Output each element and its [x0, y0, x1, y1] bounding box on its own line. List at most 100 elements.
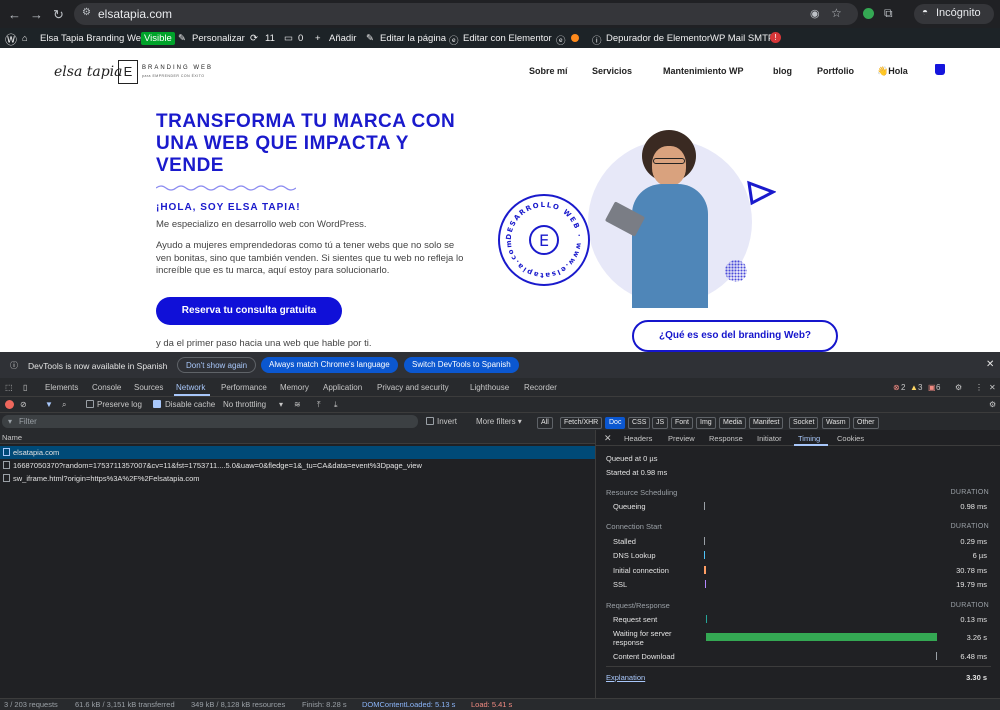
tab-performance[interactable]: Performance [221, 383, 267, 392]
clear-icon[interactable]: ⊘ [20, 400, 27, 409]
nav-blog[interactable]: blog [773, 66, 792, 76]
filter-fetch-xhr[interactable]: Fetch/XHR [560, 417, 603, 429]
filter-doc[interactable]: Doc [605, 417, 626, 429]
status-dot-icon[interactable] [571, 34, 579, 42]
tab-privacy[interactable]: Privacy and security [377, 383, 449, 392]
request-row[interactable]: 16687050370?random=1753711357007&cv=11&f… [0, 459, 595, 472]
nav-hola[interactable]: 👋Hola [877, 66, 908, 77]
match-language-button[interactable]: Always match Chrome's language [261, 357, 398, 373]
site-name-link[interactable]: Elsa Tapia Branding Web [40, 33, 146, 44]
error-count[interactable]: 2 [901, 383, 905, 392]
device-toolbar-icon[interactable]: ▯ [23, 383, 27, 392]
tab-application[interactable]: Application [323, 383, 362, 392]
filter-manifest[interactable]: Manifest [749, 417, 784, 429]
tab-recorder[interactable]: Recorder [524, 383, 557, 392]
tab-preview[interactable]: Preview [668, 434, 695, 443]
eye-off-icon[interactable]: ◉ [810, 7, 820, 20]
nav-portfolio[interactable]: Portfolio [817, 66, 854, 76]
smtp-link[interactable]: WP Mail SMTP [710, 33, 774, 44]
tab-memory[interactable]: Memory [280, 383, 309, 392]
disable-cache-checkbox[interactable] [153, 400, 161, 408]
request-row[interactable]: sw_iframe.html?origin=https%3A%2F%2Felsa… [0, 472, 595, 485]
name-column-header[interactable]: Name [0, 430, 595, 444]
close-details-icon[interactable]: ✕ [604, 433, 612, 444]
filter-all[interactable]: All [537, 417, 553, 429]
forward-icon[interactable]: → [30, 7, 43, 22]
settings-gear-icon[interactable]: ⚙ [955, 383, 962, 392]
customize-link[interactable]: Personalizar [192, 33, 245, 44]
warning-icon[interactable]: ▲ [910, 383, 918, 392]
smtp-alert-badge[interactable]: ! [770, 32, 781, 43]
filter-socket[interactable]: Socket [789, 417, 819, 429]
download-icon[interactable]: ⤓ [334, 400, 338, 410]
tab-timing[interactable]: Timing [798, 434, 820, 443]
comments-icon[interactable]: ▭ [284, 33, 293, 44]
elementor-debugger-link[interactable]: Depurador de Elementor [606, 33, 710, 44]
error-icon[interactable]: ⊗ [893, 383, 900, 392]
filter-img[interactable]: Img [696, 417, 716, 429]
nav-sobre-mi[interactable]: Sobre mí [529, 66, 568, 76]
tab-headers[interactable]: Headers [624, 434, 652, 443]
tab-lighthouse[interactable]: Lighthouse [470, 383, 509, 392]
tab-sources[interactable]: Sources [134, 383, 163, 392]
branding-web-button[interactable]: ¿Qué es eso del branding Web? [632, 320, 838, 352]
tab-response[interactable]: Response [709, 434, 743, 443]
comments-count[interactable]: 0 [298, 33, 303, 44]
nav-servicios[interactable]: Servicios [592, 66, 632, 76]
filter-funnel-icon[interactable]: ▼ [45, 400, 53, 409]
close-banner-icon[interactable]: ✕ [986, 359, 994, 370]
more-filters-button[interactable]: More filters ▾ [476, 417, 522, 426]
filter-css[interactable]: CSS [628, 417, 651, 429]
add-new-link[interactable]: Añadir [329, 33, 356, 44]
preserve-log-checkbox[interactable] [86, 400, 94, 408]
book-consultation-button[interactable]: Reserva tu consulta gratuita [156, 297, 342, 325]
switch-spanish-button[interactable]: Switch DevTools to Spanish [404, 357, 519, 373]
filter-media[interactable]: Media [719, 417, 747, 429]
warning-count[interactable]: 3 [918, 383, 922, 392]
tab-cookies[interactable]: Cookies [837, 434, 864, 443]
extensions-puzzle-icon[interactable]: ⧉ [884, 6, 893, 21]
updates-icon[interactable]: ⟳ [250, 33, 258, 44]
throttling-select[interactable]: No throttling [223, 400, 266, 409]
close-devtools-icon[interactable]: ✕ [989, 383, 996, 392]
tab-elements[interactable]: Elements [45, 383, 78, 392]
site-info-icon[interactable]: ⚙ [82, 7, 91, 18]
filter-other[interactable]: Other [853, 417, 879, 429]
explanation-link[interactable]: Explanation [606, 673, 645, 682]
search-icon[interactable]: ⌕ [62, 400, 66, 410]
filter-wasm[interactable]: Wasm [822, 417, 850, 429]
issues-icon[interactable]: ▣ [928, 383, 936, 392]
cart-icon[interactable] [935, 64, 945, 75]
incognito-badge[interactable]: ◓ Incógnito [914, 4, 994, 24]
bookmark-star-icon[interactable]: ☆ [831, 6, 842, 20]
extension-icon[interactable] [863, 8, 874, 19]
nav-mantenimiento[interactable]: Mantenimiento WP [663, 66, 744, 76]
filter-js[interactable]: JS [652, 417, 669, 429]
tab-console[interactable]: Console [92, 383, 121, 392]
invert-checkbox[interactable] [426, 417, 434, 425]
site-logo[interactable]: elsa tapia E BRANDING WEB para EMPRENDER… [54, 60, 234, 86]
filter-font[interactable]: Font [671, 417, 694, 429]
reload-icon[interactable]: ↻ [53, 7, 64, 23]
more-options-icon[interactable]: ⋮ [975, 383, 983, 392]
network-settings-icon[interactable]: ⚙ [989, 400, 996, 409]
tab-initiator[interactable]: Initiator [757, 434, 782, 443]
add-icon[interactable]: + [315, 33, 321, 44]
upload-icon[interactable]: ⤒ [317, 400, 321, 410]
tab-network[interactable]: Network [176, 383, 205, 392]
dont-show-again-button[interactable]: Don't show again [177, 357, 257, 373]
wifi-icon[interactable]: ≋ [294, 400, 301, 409]
wordpress-logo-icon[interactable]: Ⓦ [5, 31, 17, 48]
edit-elementor-link[interactable]: Editar con Elementor [463, 33, 552, 44]
record-icon[interactable] [5, 400, 14, 409]
chevron-down-icon[interactable]: ▾ [279, 400, 283, 409]
issues-count[interactable]: 6 [936, 383, 940, 392]
edit-page-link[interactable]: Editar la página [380, 33, 446, 44]
request-row[interactable]: elsatapia.com [0, 446, 595, 459]
inspect-icon[interactable]: ⬚ [5, 383, 13, 392]
back-icon[interactable]: ← [8, 7, 21, 22]
filter-input[interactable]: ▾ Filter [2, 415, 418, 428]
updates-count[interactable]: 11 [265, 33, 275, 44]
address-bar[interactable]: ⚙ elsatapia.com ◉ ☆ [74, 3, 858, 25]
elementor-e-icon[interactable]: ⓔ [556, 33, 566, 47]
